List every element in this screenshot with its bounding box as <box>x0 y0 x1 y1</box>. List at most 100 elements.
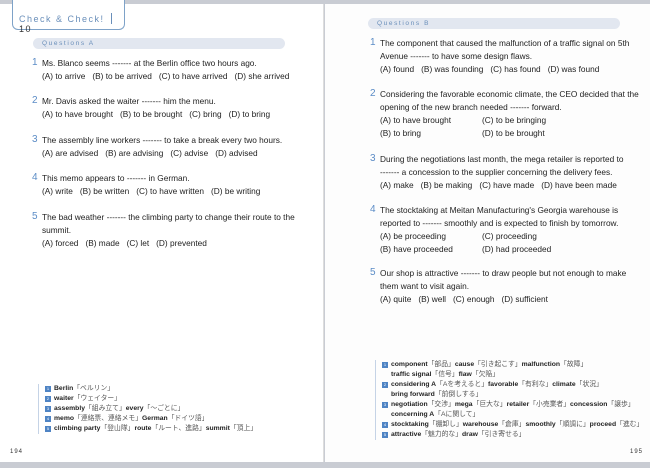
number-badge: 2 <box>45 396 51 402</box>
option[interactable]: (B) are advising <box>105 148 163 158</box>
option[interactable]: (C) enough <box>453 294 495 304</box>
option[interactable]: (A) be proceeding <box>380 230 482 243</box>
option[interactable]: (D) prevented <box>156 238 207 248</box>
vocab-meaning: 「連絡票、連絡メモ」 <box>74 415 142 422</box>
option[interactable]: (A) forced <box>42 238 78 248</box>
vocab-term: negotiation <box>391 401 428 408</box>
option[interactable]: (B) be making <box>421 180 473 190</box>
option[interactable]: (C) bring <box>189 109 221 119</box>
number-badge: 5 <box>45 426 51 432</box>
vocab-term: cause <box>454 361 475 368</box>
chapter-header: Check & Check!10 <box>12 0 125 34</box>
question-text: reported to ------- smoothly and is expe… <box>380 218 619 228</box>
vocab-term: retailer <box>506 401 530 408</box>
vocab-term: concerning A <box>391 411 435 418</box>
option[interactable]: (D) be writing <box>211 186 260 196</box>
question-text: Avenue ------- to have some design flaws… <box>380 51 533 61</box>
option[interactable]: (B) well <box>418 294 446 304</box>
vocab-term: assembly <box>54 405 85 412</box>
question-2: 2 Mr. Davis asked the waiter ------- him … <box>32 95 277 121</box>
option[interactable]: (A) found <box>380 64 414 74</box>
chapter-title: Check & Check! <box>19 14 105 24</box>
question-number: 1 <box>32 57 38 68</box>
option[interactable]: (A) make <box>380 180 414 190</box>
option[interactable]: (C) to have arrived <box>159 71 228 81</box>
vocab-meaning: 「ウェイター」 <box>73 395 121 402</box>
option[interactable]: (D) advised <box>215 148 257 158</box>
option[interactable]: (D) she arrived <box>235 71 290 81</box>
question-number: 3 <box>32 134 38 145</box>
option[interactable]: (C) to be bringing <box>482 114 584 127</box>
option[interactable]: (B) be written <box>80 186 129 196</box>
question-3: 3 The assembly line workers ------- to ta… <box>32 134 282 160</box>
option[interactable]: (C) advise <box>170 148 208 158</box>
vocab-meaning: 「頂上」 <box>229 425 258 432</box>
options-row: (A) write (B) be written (C) to have writt… <box>42 185 267 198</box>
vocab-term: summit <box>205 425 230 432</box>
vocab-term: mega <box>454 401 473 408</box>
vocab-meaning: 「倉庫」 <box>498 421 526 428</box>
left-page: Check & Check!10 Questions A 1 Ms. Blanco… <box>0 0 324 462</box>
option[interactable]: (A) to have brought <box>380 114 482 127</box>
vocab-meaning: 「信号」 <box>431 371 459 378</box>
option[interactable]: (D) sufficient <box>502 294 548 304</box>
option[interactable]: (D) had proceeded <box>482 243 584 256</box>
vocab-entry-cont: bring forward「前倒しする」 <box>382 390 643 400</box>
option[interactable]: (D) was found <box>548 64 600 74</box>
option[interactable]: (B) made <box>85 238 119 248</box>
option[interactable]: (C) let <box>127 238 150 248</box>
option[interactable]: (B) to bring <box>380 127 482 140</box>
option[interactable]: (B) to be brought <box>120 109 182 119</box>
options-row: (A) make (B) be making (C) have made (D) ha… <box>380 179 624 192</box>
vocab-meaning: 「部品」 <box>427 361 455 368</box>
options-row: (A) to have brought (C) to be bringing <box>380 114 639 127</box>
option[interactable]: (A) quite <box>380 294 411 304</box>
question-text: The stocktaking at Meitan Manufacturing'… <box>380 205 619 215</box>
option[interactable]: (A) to have brought <box>42 109 113 119</box>
option[interactable]: (B) to be arrived <box>92 71 151 81</box>
vocab-meaning: 「魅力的な」 <box>421 431 463 438</box>
vocab-entry: 5 attractive「魅力的な」draw「引き寄せる」 <box>382 430 643 440</box>
option[interactable]: (B) was founding <box>421 64 483 74</box>
options-row: (B) have proceeded (D) had proceeded <box>380 243 618 256</box>
question-5: 5 Our shop is attractive ------- to draw … <box>370 267 626 306</box>
vocab-entry: 2 considering A「Aを考えると」favorable「有利な」clim… <box>382 380 643 390</box>
option[interactable]: (B) have proceeded <box>380 243 482 256</box>
option[interactable]: (D) to be brought <box>482 127 584 140</box>
question-3: 3 During the negotiations last month, the… <box>370 153 624 192</box>
vocab-term: every <box>125 405 144 412</box>
options-row: (B) to bring (D) to be brought <box>380 127 639 140</box>
number-badge: 1 <box>45 386 51 392</box>
option[interactable]: (C) has found <box>490 64 540 74</box>
question-5: 5 The bad weather ------- the climbing pa… <box>32 211 295 250</box>
vocab-meaning: 「状況」 <box>575 381 603 388</box>
vocab-meaning: 「有利な」 <box>518 381 553 388</box>
vocab-term: climbing party <box>54 425 101 432</box>
question-number: 5 <box>32 211 38 222</box>
number-badge: 4 <box>382 422 388 428</box>
number-badge: 4 <box>45 416 51 422</box>
number-badge: 5 <box>382 432 388 438</box>
option[interactable]: (C) have made <box>479 180 534 190</box>
question-text: Ms. Blanco seems ------- at the Berlin o… <box>42 58 257 68</box>
question-number: 5 <box>370 267 376 278</box>
question-number: 2 <box>370 88 376 99</box>
option[interactable]: (D) to bring <box>229 109 271 119</box>
number-badge: 3 <box>382 402 388 408</box>
question-4: 4 The stocktaking at Meitan Manufacturing… <box>370 204 619 256</box>
vocab-term: considering A <box>391 381 437 388</box>
option[interactable]: (C) proceeding <box>482 230 584 243</box>
option[interactable]: (A) write <box>42 186 73 196</box>
vocab-meaning: 「小売業者」 <box>529 401 571 408</box>
option[interactable]: (A) are advised <box>42 148 98 158</box>
vocab-term: climate <box>552 381 576 388</box>
question-text: The bad weather ------- the climbing par… <box>42 212 295 222</box>
vocab-meaning: 「ドイツ語」 <box>167 415 209 422</box>
chapter-number: 10 <box>19 24 33 34</box>
option[interactable]: (A) to arrive <box>42 71 85 81</box>
right-page: Questions B 1 The component that caused t… <box>325 4 650 462</box>
vocab-term: draw <box>462 431 478 438</box>
option[interactable]: (D) have been made <box>541 180 617 190</box>
vocab-term: attractive <box>391 431 422 438</box>
option[interactable]: (C) to have written <box>136 186 204 196</box>
